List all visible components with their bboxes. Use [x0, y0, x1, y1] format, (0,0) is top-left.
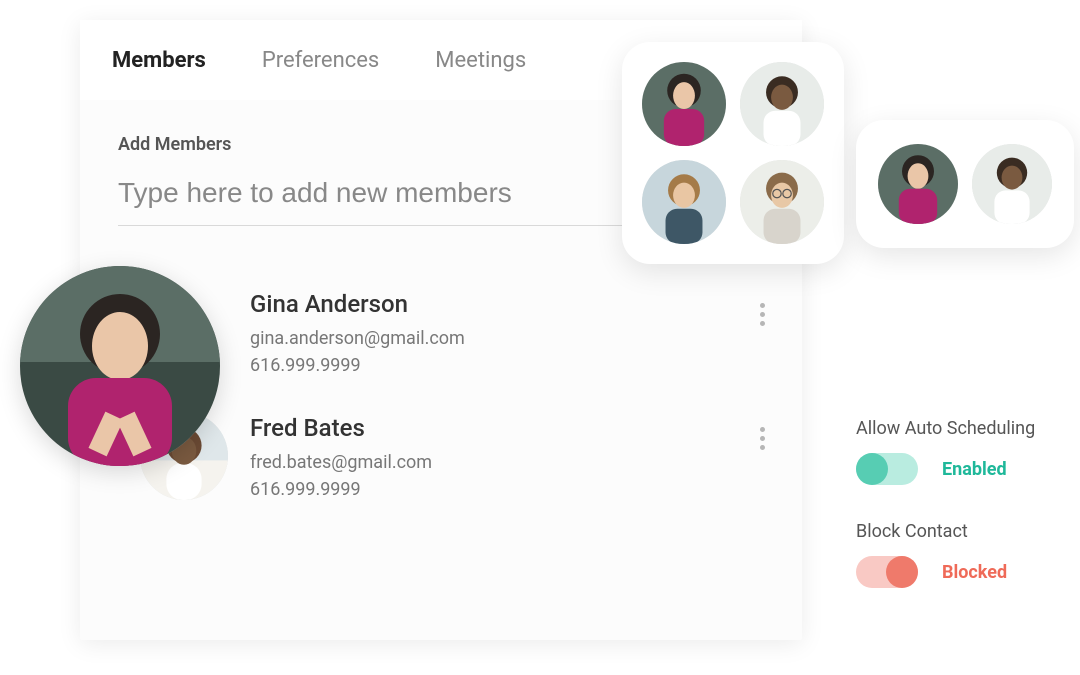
member-phone: 616.999.9999: [250, 355, 750, 376]
tab-members[interactable]: Members: [112, 48, 206, 73]
block-contact-switch[interactable]: [856, 556, 918, 588]
person-icon: [972, 144, 1052, 224]
toggle-state: Blocked: [942, 562, 1007, 583]
toggle-block-contact: Block Contact Blocked: [856, 521, 1080, 588]
avatar: [740, 62, 824, 146]
avatar-pair-card: [856, 120, 1074, 248]
person-icon: [740, 62, 824, 146]
member-info: Gina Anderson gina.anderson@gmail.com 61…: [250, 288, 750, 376]
member-email: fred.bates@gmail.com: [250, 452, 750, 473]
avatar: [972, 144, 1052, 224]
toggle-auto-scheduling: Allow Auto Scheduling Enabled: [856, 418, 1080, 485]
avatar: [740, 160, 824, 244]
avatar: [642, 62, 726, 146]
member-name: Gina Anderson: [250, 290, 750, 318]
member-row: Gina Anderson gina.anderson@gmail.com 61…: [140, 274, 782, 406]
person-icon: [740, 160, 824, 244]
person-icon: [642, 160, 726, 244]
member-email: gina.anderson@gmail.com: [250, 328, 750, 349]
settings-toggles: Allow Auto Scheduling Enabled Block Cont…: [856, 418, 1080, 624]
member-phone: 616.999.9999: [250, 479, 750, 500]
person-icon: [642, 62, 726, 146]
avatar: [642, 160, 726, 244]
member-info: Fred Bates fred.bates@gmail.com 616.999.…: [250, 412, 750, 500]
member-name: Fred Bates: [250, 414, 750, 442]
more-options-icon[interactable]: [750, 294, 774, 334]
more-options-icon[interactable]: [750, 418, 774, 458]
tab-meetings[interactable]: Meetings: [435, 48, 526, 73]
avatar: [878, 144, 958, 224]
featured-avatar: [20, 266, 220, 466]
person-icon: [878, 144, 958, 224]
switch-knob-icon: [856, 453, 888, 485]
auto-scheduling-switch[interactable]: [856, 453, 918, 485]
toggle-label: Allow Auto Scheduling: [856, 418, 1080, 439]
avatar-group-card: [622, 42, 844, 264]
toggle-label: Block Contact: [856, 521, 1080, 542]
toggle-state: Enabled: [942, 459, 1007, 480]
tab-preferences[interactable]: Preferences: [262, 48, 379, 73]
switch-knob-icon: [886, 556, 918, 588]
person-icon: [20, 266, 220, 466]
member-row: Fred Bates fred.bates@gmail.com 616.999.…: [140, 406, 782, 530]
